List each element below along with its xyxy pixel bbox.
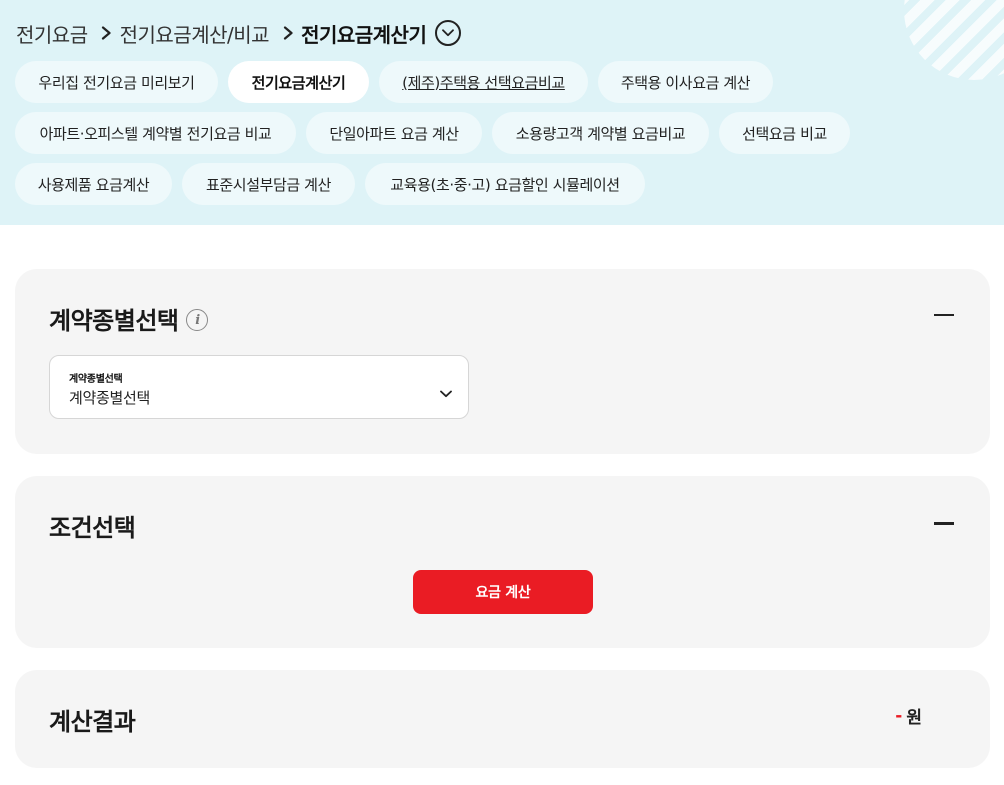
tab-single-apartment[interactable]: 단일아파트 요금 계산 — [306, 112, 482, 154]
info-icon[interactable]: i — [186, 309, 209, 331]
tab-small-customer[interactable]: 소용량고객 계약별 요금비교 — [492, 112, 709, 154]
minus-icon[interactable] — [932, 511, 956, 535]
tab-moving-fee[interactable]: 주택용 이사요금 계산 — [598, 61, 773, 103]
tab-jeju-compare[interactable]: (제주)주택용 선택요금비교 — [379, 61, 588, 103]
tab-appliance-fee[interactable]: 사용제품 요금계산 — [15, 163, 172, 205]
breadcrumb-item-1[interactable]: 전기요금 — [16, 19, 88, 48]
result-title: 계산결과 — [49, 708, 136, 736]
result-amount: - 원 — [895, 703, 922, 729]
header-area: 전기요금 전기요금계산/비교 전기요금계산기 우리집 전기요금 미리보기 전기요… — [0, 0, 1004, 225]
tab-apartment-compare[interactable]: 아파트·오피스텔 계약별 전기요금 비교 — [15, 112, 296, 154]
contract-type-title: 계약종별선택 i — [49, 301, 209, 336]
result-value: - — [895, 705, 903, 726]
tab-calculator[interactable]: 전기요금계산기 — [228, 61, 369, 103]
chevron-right-icon — [96, 23, 118, 43]
calculate-button[interactable]: 요금 계산 — [413, 570, 593, 614]
chevron-down-circle-icon[interactable] — [435, 20, 462, 46]
breadcrumb-current: 전기요금계산기 — [301, 22, 427, 47]
tab-facility-charge[interactable]: 표준시설부담금 계산 — [182, 163, 355, 205]
chevron-right-icon — [277, 23, 299, 43]
tab-label: 사용제품 요금계산 — [37, 175, 150, 194]
breadcrumb: 전기요금 전기요금계산/비교 전기요금계산기 — [16, 18, 462, 48]
decorative-pattern — [904, 0, 1004, 80]
result-unit: 원 — [906, 708, 922, 728]
tab-label: 아파트·오피스텔 계약별 전기요금 비교 — [39, 124, 272, 143]
select-value: 계약종별선택 — [69, 389, 151, 407]
tab-label: (제주)주택용 선택요금비교 — [402, 73, 565, 92]
condition-title: 조건선택 — [49, 514, 136, 542]
tab-home-preview[interactable]: 우리집 전기요금 미리보기 — [15, 61, 218, 103]
tab-label: 우리집 전기요금 미리보기 — [38, 73, 195, 92]
contract-type-select[interactable]: 계약종별선택 계약종별선택 — [49, 355, 469, 419]
tab-education-discount[interactable]: 교육용(초·중·고) 요금할인 시뮬레이션 — [365, 163, 645, 205]
tab-label: 주택용 이사요금 계산 — [620, 73, 751, 92]
contract-type-title-text: 계약종별선택 — [49, 307, 179, 335]
tab-label: 표준시설부담금 계산 — [206, 175, 331, 194]
tab-label: 선택요금 비교 — [742, 124, 827, 143]
tab-label: 교육용(초·중·고) 요금할인 시뮬레이션 — [390, 175, 620, 194]
breadcrumb-item-2[interactable]: 전기요금계산/비교 — [120, 19, 270, 48]
tab-label: 전기요금계산기 — [251, 73, 346, 92]
condition-card: 조건선택 요금 계산 — [15, 476, 990, 648]
result-card: 계산결과 - 원 — [15, 670, 990, 768]
contract-type-card: 계약종별선택 i 계약종별선택 계약종별선택 — [15, 269, 990, 454]
minus-icon[interactable] — [932, 303, 956, 327]
chevron-down-icon — [440, 390, 452, 398]
tab-label: 단일아파트 요금 계산 — [329, 124, 459, 143]
tab-label: 소용량고객 계약별 요금비교 — [515, 124, 686, 143]
select-label: 계약종별선택 — [69, 374, 123, 385]
tab-selective-fee[interactable]: 선택요금 비교 — [719, 112, 850, 154]
